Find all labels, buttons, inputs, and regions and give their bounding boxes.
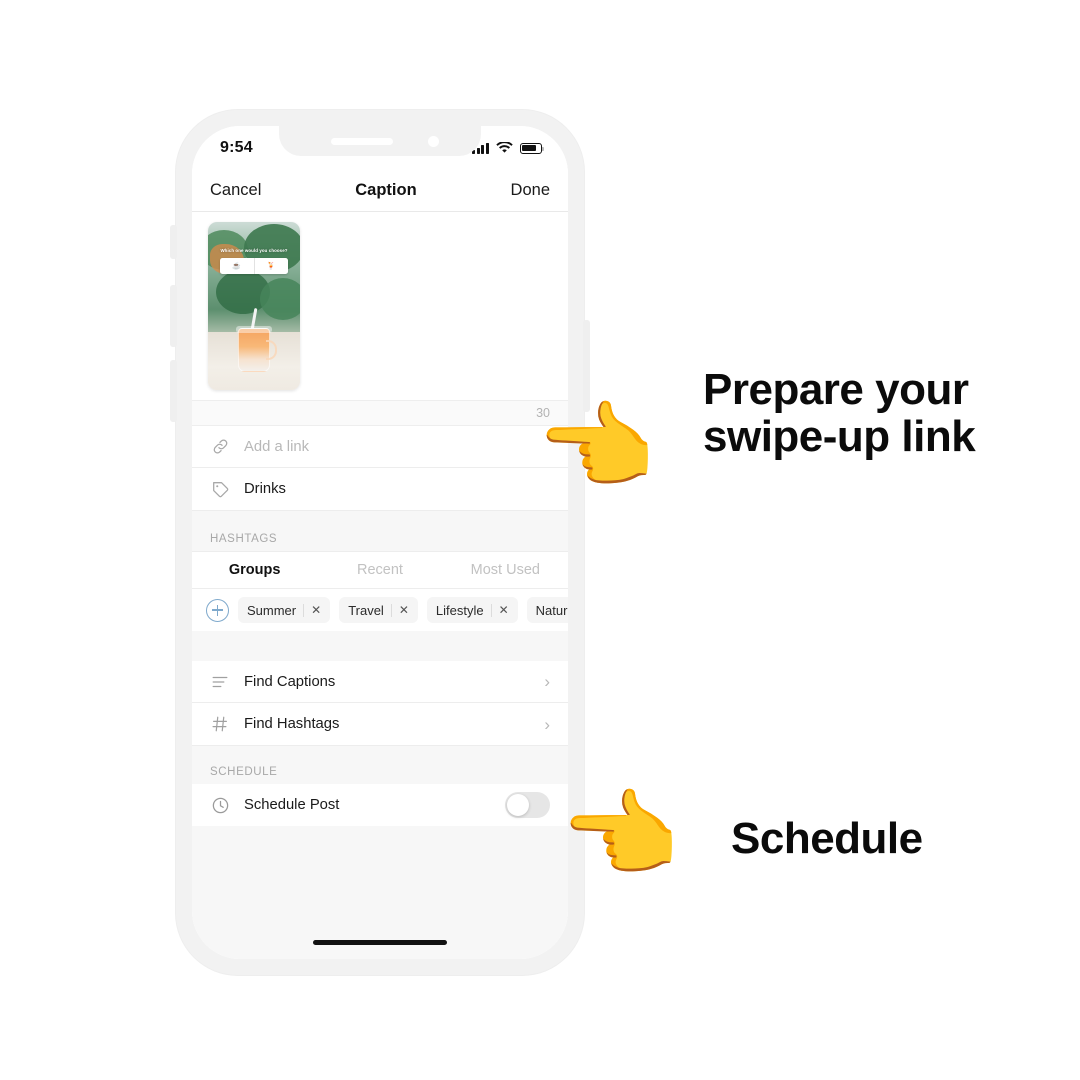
hashtags-section-header: HASHTAGS <box>192 510 568 551</box>
phone-notch <box>279 126 481 156</box>
close-icon[interactable]: ✕ <box>311 604 321 616</box>
home-indicator[interactable] <box>313 940 447 945</box>
tag-icon <box>208 480 232 499</box>
add-link-row[interactable]: Add a link <box>192 426 568 468</box>
plus-circle-icon[interactable] <box>206 598 229 622</box>
volume-down-button[interactable] <box>170 360 177 422</box>
hashtag-group-chips: Summer ✕ Travel ✕ Lifestyle ✕ Nature ✕ <box>192 589 568 631</box>
link-icon <box>208 437 232 456</box>
chip-label: Nature <box>535 602 568 618</box>
close-icon[interactable]: ✕ <box>399 604 409 616</box>
hash-icon <box>208 715 232 733</box>
page-title: Caption <box>355 181 417 199</box>
find-captions-label: Find Captions <box>244 673 336 690</box>
chip-travel[interactable]: Travel ✕ <box>339 597 418 623</box>
cancel-button[interactable]: Cancel <box>210 181 261 200</box>
add-link-placeholder: Add a link <box>244 438 309 455</box>
status-time: 9:54 <box>220 139 253 156</box>
smoothie-jar <box>236 307 277 372</box>
tab-recent[interactable]: Recent <box>317 562 442 578</box>
nav-bar: Cancel Caption Done <box>192 170 568 212</box>
chevron-right-icon: › <box>544 714 550 734</box>
chip-label: Lifestyle <box>435 602 484 618</box>
silent-switch[interactable] <box>170 225 177 259</box>
clock-icon <box>208 796 232 815</box>
schedule-post-toggle[interactable] <box>505 792 550 818</box>
front-camera-icon <box>428 136 439 147</box>
app-screen: 9:54 Cancel Caption Done Which one would… <box>192 126 568 959</box>
battery-icon <box>520 142 545 154</box>
poll-question: Which one would you choose? <box>220 248 288 253</box>
schedule-post-row[interactable]: Schedule Post <box>192 784 568 826</box>
earpiece-speaker <box>331 138 393 145</box>
caption-section: Which one would you choose? ☕ 🍹 <box>192 212 568 400</box>
poll-sticker: ☕ 🍹 <box>220 258 288 274</box>
tag-row[interactable]: Drinks <box>192 468 568 510</box>
tab-most-used[interactable]: Most Used <box>443 562 568 578</box>
poll-option-right: 🍹 <box>266 262 276 270</box>
pointing-left-hand-icon: 👈 <box>560 782 680 889</box>
caption-input[interactable] <box>300 222 568 400</box>
schedule-section-header: SCHEDULE <box>192 745 568 784</box>
phone-device: 9:54 Cancel Caption Done Which one would… <box>170 110 590 975</box>
chip-label: Summer <box>247 602 297 618</box>
pointing-left-hand-icon: 👈 <box>536 394 656 501</box>
close-icon[interactable]: ✕ <box>499 604 509 616</box>
chip-nature[interactable]: Nature ✕ <box>526 597 568 623</box>
post-thumbnail[interactable]: Which one would you choose? ☕ 🍹 <box>208 222 300 390</box>
hashtag-tabs: Groups Recent Most Used <box>192 551 568 589</box>
status-icons <box>472 142 545 154</box>
annotation-swipe-up-link: Prepare your swipe-up link <box>703 365 976 462</box>
schedule-post-label: Schedule Post <box>244 797 340 813</box>
annotation-schedule: Schedule <box>731 814 923 863</box>
find-hashtags-label: Find Hashtags <box>244 716 340 732</box>
poll-option-left: ☕ <box>232 262 242 270</box>
phone-screen-frame: 9:54 Cancel Caption Done Which one would… <box>192 126 568 959</box>
tab-groups[interactable]: Groups <box>192 562 317 578</box>
volume-up-button[interactable] <box>170 285 177 347</box>
chevron-right-icon: › <box>544 672 550 691</box>
wifi-icon <box>496 142 513 153</box>
find-captions-row[interactable]: Find Captions › <box>192 661 568 703</box>
hashtag-counter-row: 30 <box>192 400 568 426</box>
chip-label: Travel <box>348 602 384 618</box>
chip-summer[interactable]: Summer ✕ <box>238 597 331 623</box>
tag-value: Drinks <box>244 481 286 497</box>
toggle-knob <box>507 794 529 816</box>
list-lines-icon <box>208 673 232 691</box>
done-button[interactable]: Done <box>511 181 550 200</box>
find-hashtags-row[interactable]: Find Hashtags › <box>192 703 568 745</box>
chip-lifestyle[interactable]: Lifestyle ✕ <box>426 597 518 623</box>
